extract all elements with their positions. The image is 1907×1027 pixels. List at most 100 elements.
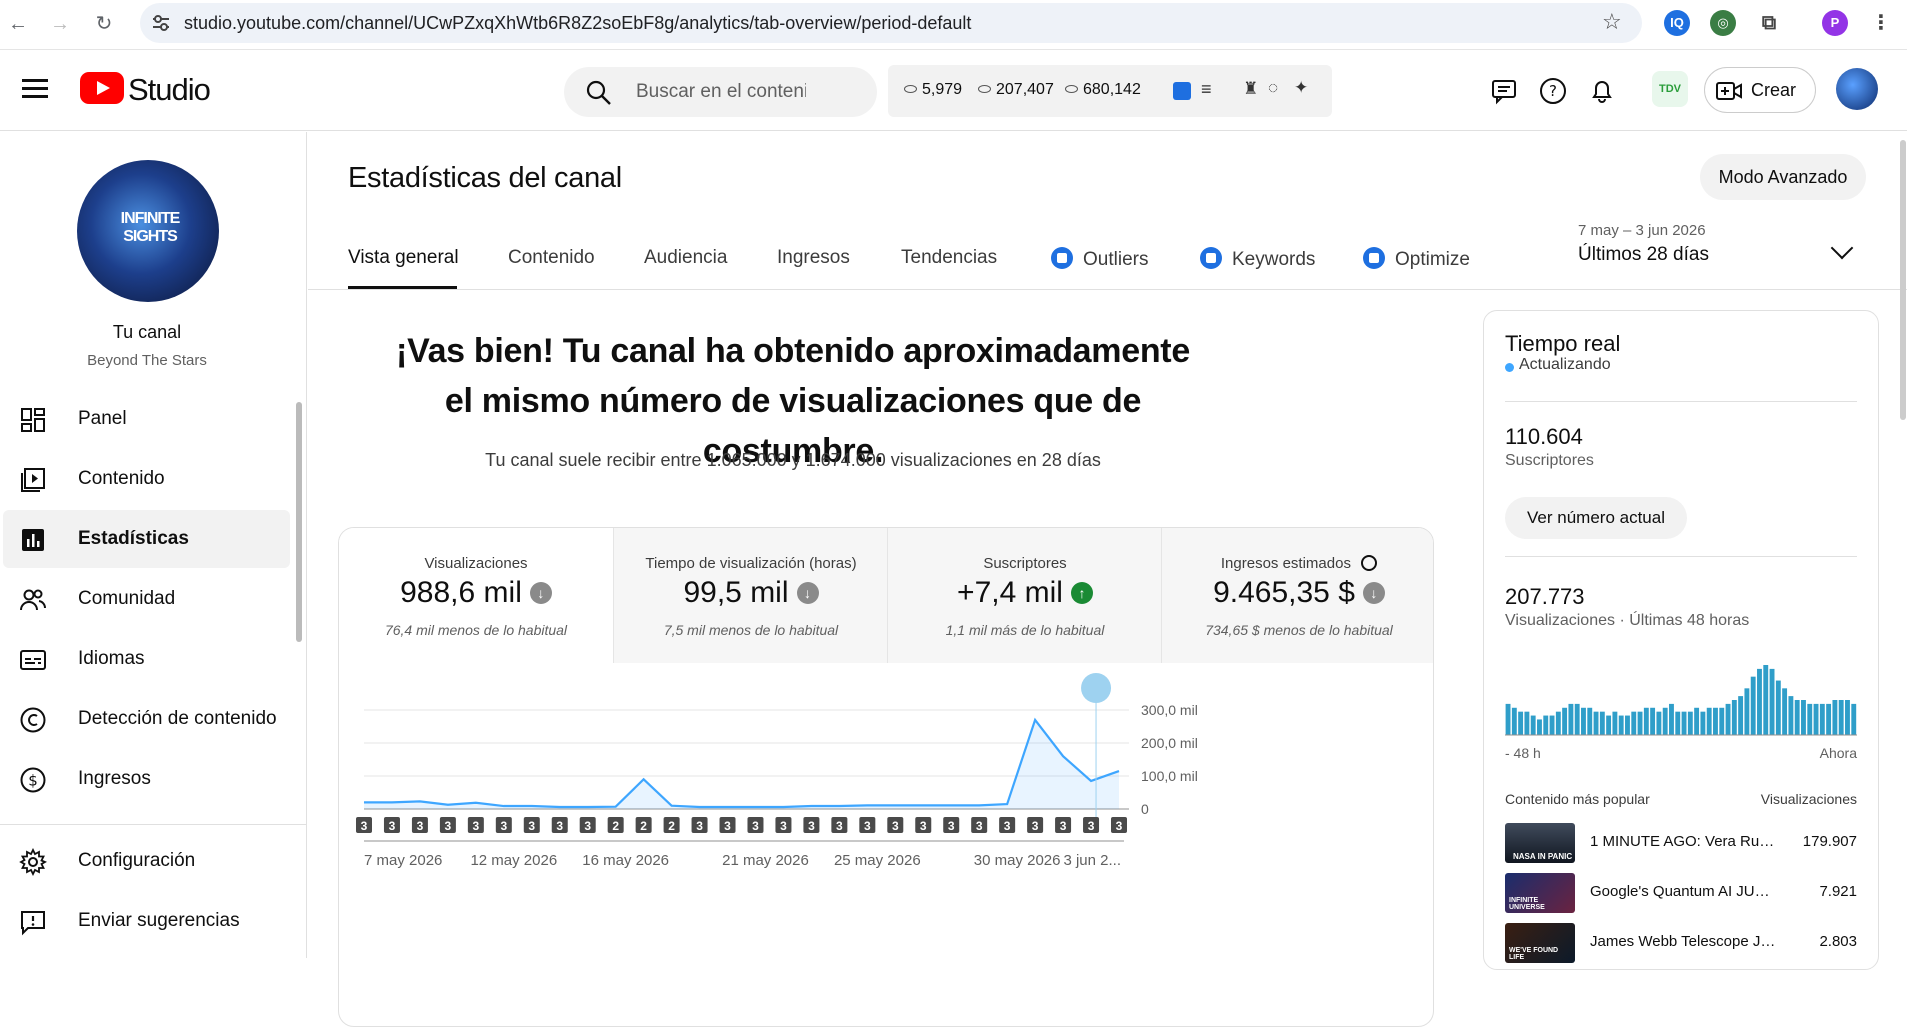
upload-count: 3 xyxy=(473,819,480,833)
realtime-status: Actualizando xyxy=(1519,356,1611,374)
upload-count: 3 xyxy=(948,819,955,833)
tab-tendencias[interactable]: Tendencias xyxy=(901,247,997,269)
metric-value: 99,5 mil↓ xyxy=(614,576,888,610)
realtime-bar xyxy=(1518,712,1523,735)
video-title: 1 MINUTE AGO: Vera Rubin Observatory... xyxy=(1590,833,1776,850)
vidiq-icon[interactable] xyxy=(1173,82,1191,100)
metric-label: Tiempo de visualización (horas) xyxy=(614,555,888,572)
realtime-bar xyxy=(1512,708,1517,735)
sidebar-item-panel[interactable]: Panel xyxy=(3,390,290,448)
video-views: 179.907 xyxy=(1803,833,1857,850)
sidebar-scrollbar[interactable] xyxy=(296,402,302,642)
extension-icon[interactable]: ◎ xyxy=(1710,10,1736,36)
upload-count: 3 xyxy=(780,819,787,833)
channel-name: Beyond The Stars xyxy=(0,352,294,369)
sidebar-item-idiomas[interactable]: Idiomas xyxy=(3,630,290,688)
page-scrollbar[interactable] xyxy=(1900,140,1906,420)
sidebar-item-sugerencias[interactable]: Enviar sugerencias xyxy=(3,892,290,950)
chevron-down-icon[interactable] xyxy=(1831,237,1854,260)
top-content-item[interactable]: WE'VE FOUND LIFE James Webb Telescope Ju… xyxy=(1505,923,1857,963)
earn-icon: $ xyxy=(19,766,47,794)
metric-visualizaciones[interactable]: Visualizaciones 988,6 mil↓ 76,4 mil meno… xyxy=(339,528,613,663)
realtime-bar xyxy=(1801,700,1806,735)
sidebar-item-deteccion[interactable]: Detección de contenido xyxy=(3,690,290,748)
sidebar-item-contenido[interactable]: Contenido xyxy=(3,450,290,508)
tabs-divider xyxy=(308,289,1907,290)
metric-ingresos[interactable]: Ingresos estimados 9.465,35 $↓ 734,65 $ … xyxy=(1161,528,1434,663)
realtime-bar xyxy=(1669,704,1674,735)
tab-contenido[interactable]: Contenido xyxy=(508,247,595,269)
realtime-bar xyxy=(1581,708,1586,735)
sidebar-item-label: Panel xyxy=(78,408,127,430)
tab-vista-general[interactable]: Vista general xyxy=(348,247,459,269)
realtime-bar xyxy=(1832,700,1837,735)
sidebar-item-ingresos[interactable]: $ Ingresos xyxy=(3,750,290,808)
realtime-bar xyxy=(1820,704,1825,735)
video-thumbnail: NASA IN PANIC xyxy=(1505,823,1575,863)
comments-icon[interactable] xyxy=(1490,77,1518,105)
video-thumbnail: WE'VE FOUND LIFE xyxy=(1505,923,1575,963)
sidebar-item-estadisticas[interactable]: Estadísticas xyxy=(3,510,290,568)
advanced-mode-button[interactable]: Modo Avanzado xyxy=(1700,154,1866,200)
upload-count: 3 xyxy=(920,819,927,833)
show-current-count-button[interactable]: Ver número actual xyxy=(1505,497,1687,539)
tab-optimize[interactable]: Optimize xyxy=(1363,247,1470,271)
tab-keywords[interactable]: Keywords xyxy=(1200,247,1315,271)
profile-avatar[interactable]: P xyxy=(1822,10,1848,36)
reload-icon[interactable]: ↻ xyxy=(90,10,118,38)
search-input[interactable]: Buscar en el contenido xyxy=(636,81,806,103)
realtime-bar xyxy=(1845,700,1850,735)
realtime-bar xyxy=(1707,708,1712,735)
extensions-puzzle-icon[interactable]: ⧉ xyxy=(1756,10,1782,36)
sidebar-item-comunidad[interactable]: Comunidad xyxy=(3,570,290,628)
help-icon[interactable]: ? xyxy=(1539,77,1567,105)
sidebar-item-label: Detección de contenido xyxy=(78,708,277,730)
arrow-up-icon: ↑ xyxy=(1071,582,1093,604)
realtime-bar xyxy=(1568,704,1573,735)
tab-outliers[interactable]: Outliers xyxy=(1051,247,1148,271)
create-button[interactable]: Crear xyxy=(1704,67,1816,113)
upload-count: 3 xyxy=(361,819,368,833)
address-bar[interactable]: studio.youtube.com/channel/UCwPZxqXhWtb6… xyxy=(140,3,1642,43)
realtime-bar xyxy=(1631,712,1636,735)
chat-icon[interactable]: ◌ xyxy=(1268,78,1278,98)
top-content-item[interactable]: NASA IN PANIC 1 MINUTE AGO: Vera Rubin O… xyxy=(1505,823,1857,863)
metric-tiempo-visualizacion[interactable]: Tiempo de visualización (horas) 99,5 mil… xyxy=(613,528,887,663)
realtime-bar xyxy=(1650,708,1655,735)
site-settings-icon[interactable] xyxy=(151,14,171,32)
tab-audiencia[interactable]: Audiencia xyxy=(644,247,727,269)
account-avatar[interactable] xyxy=(1836,68,1878,110)
realtime-bar xyxy=(1744,688,1749,735)
video-title: Google's Quantum AI JUST... xyxy=(1590,883,1776,900)
bookmark-star-icon[interactable]: ☆ xyxy=(1602,9,1622,35)
forward-icon[interactable]: → xyxy=(46,10,74,38)
top-content-item[interactable]: INFINITE UNIVERSE Google's Quantum AI JU… xyxy=(1505,873,1857,913)
trophy-icon[interactable]: ♜ xyxy=(1243,79,1258,99)
sparkle-icon[interactable]: ✦ xyxy=(1294,78,1308,98)
youtube-logo-icon[interactable] xyxy=(80,72,124,104)
extension-app-icon[interactable]: TDV xyxy=(1652,71,1688,107)
menu-icon[interactable] xyxy=(22,79,48,99)
series-line xyxy=(364,720,1119,807)
back-icon[interactable]: ← xyxy=(4,10,32,38)
metric-note: 1,1 mil más de lo habitual xyxy=(888,622,1162,638)
realtime-views-value: 207.773 xyxy=(1505,584,1585,610)
browser-menu-icon[interactable]: ⋮ xyxy=(1868,10,1894,36)
realtime-bar xyxy=(1713,708,1718,735)
channel-avatar-logo: INFINITE SIGHTS xyxy=(105,210,195,246)
realtime-bar xyxy=(1782,688,1787,735)
list-icon[interactable]: ≡ xyxy=(1201,79,1212,100)
notifications-bell-icon[interactable] xyxy=(1588,77,1616,105)
search-box[interactable]: Buscar en el contenido xyxy=(564,67,877,117)
channel-avatar[interactable]: INFINITE SIGHTS xyxy=(77,160,219,302)
metric-suscriptores[interactable]: Suscriptores +7,4 mil↑ 1,1 mil más de lo… xyxy=(887,528,1161,663)
views-chart[interactable]: 300,0 mil200,0 mil100,0 mil0333333333222… xyxy=(339,663,1434,1027)
tab-ingresos[interactable]: Ingresos xyxy=(777,247,850,269)
vidiq-extension-icon[interactable]: IQ xyxy=(1664,10,1690,36)
realtime-bar-chart[interactable] xyxy=(1505,651,1857,741)
sidebar-divider xyxy=(0,824,306,825)
period-selector[interactable]: Últimos 28 días xyxy=(1578,244,1709,266)
metric-note: 734,65 $ menos de lo habitual xyxy=(1162,622,1434,638)
sidebar-item-configuracion[interactable]: Configuración xyxy=(3,832,290,890)
realtime-bar xyxy=(1814,704,1819,735)
